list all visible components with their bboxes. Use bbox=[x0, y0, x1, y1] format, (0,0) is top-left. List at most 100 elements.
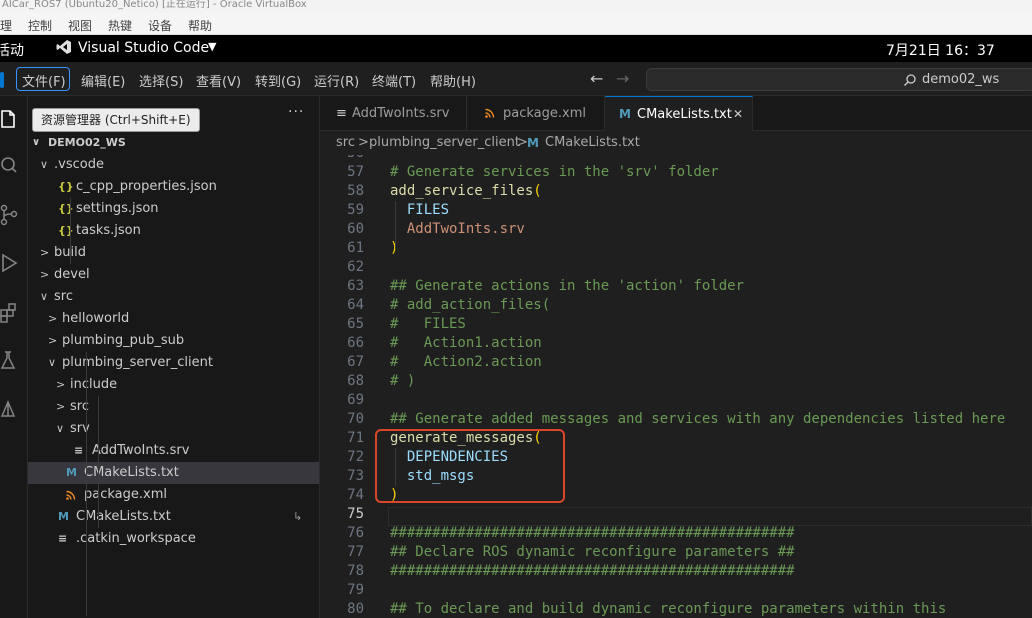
tab-package-xml[interactable]: package.xml bbox=[467, 96, 605, 131]
tree-item[interactable]: {} tasks.json bbox=[28, 220, 319, 242]
tree-item[interactable]: ∨ src bbox=[28, 286, 319, 308]
tree-item[interactable]: > src bbox=[28, 396, 319, 418]
line-content: FILES bbox=[390, 201, 449, 220]
tree-item[interactable]: > plumbing_pub_sub bbox=[28, 330, 319, 352]
virtualbox-title-bar: AICar_ROS7 (Ubuntu20_Netico) [正在运行] - Or… bbox=[0, 0, 1032, 13]
tree-item[interactable]: ≡ AddTwoInts.srv bbox=[28, 440, 319, 462]
code-line[interactable]: 57 # Generate services in the 'srv' folde… bbox=[320, 163, 1032, 182]
code-line[interactable]: 75 bbox=[320, 505, 1032, 524]
code-line[interactable]: 58 add_service_files( bbox=[320, 182, 1032, 201]
breadcrumb-src[interactable]: src bbox=[336, 131, 355, 155]
breadcrumb-file[interactable]: CMakeLists.txt bbox=[545, 131, 640, 155]
menu-run[interactable]: 运行(R) bbox=[314, 71, 359, 90]
tree-item[interactable]: package.xml bbox=[28, 484, 319, 506]
line-content: ########################################… bbox=[390, 562, 795, 581]
tree-item[interactable]: {} settings.json bbox=[28, 198, 319, 220]
tree-item[interactable]: M CMakeLists.txt ↳ bbox=[28, 506, 319, 528]
vbox-menu-devices[interactable]: 设备 bbox=[148, 17, 172, 34]
tree-item[interactable]: M CMakeLists.txt bbox=[28, 462, 319, 484]
explorer-sidebar: ··· ∨ DEMO02_WS ∨ .vscode{} c_cpp_properti… bbox=[28, 96, 320, 618]
code-line[interactable]: 76 ######################################… bbox=[320, 524, 1032, 543]
code-line[interactable]: 62 bbox=[320, 258, 1032, 277]
tree-item[interactable]: > include bbox=[28, 374, 319, 396]
run-debug-icon[interactable] bbox=[0, 252, 20, 274]
code-editor[interactable]: 5657 # Generate services in the 'srv' fol… bbox=[320, 155, 1032, 618]
vbox-menu-control[interactable]: 控制 bbox=[28, 17, 52, 34]
back-arrow-icon[interactable]: ← bbox=[590, 69, 603, 88]
breadcrumb-package[interactable]: plumbing_server_client bbox=[369, 131, 520, 155]
cmake-icon: M bbox=[619, 107, 631, 121]
tab-cmakelists[interactable]: M CMakeLists.txt ✕ bbox=[605, 96, 753, 131]
line-content: add_service_files( bbox=[390, 182, 542, 201]
code-line[interactable]: 63 ## Generate actions in the 'action' fo… bbox=[320, 277, 1032, 296]
code-token: ( bbox=[533, 183, 542, 199]
code-line[interactable]: 60 AddTwoInts.srv bbox=[320, 220, 1032, 239]
menu-view[interactable]: 查看(V) bbox=[196, 71, 241, 90]
tree-item[interactable]: > helloworld bbox=[28, 308, 319, 330]
workspace-title: DEMO02_WS bbox=[48, 136, 126, 149]
tree-item[interactable]: ∨ plumbing_server_client bbox=[28, 352, 319, 374]
menu-terminal[interactable]: 终端(T) bbox=[372, 71, 416, 90]
tree-item[interactable]: ∨ srv bbox=[28, 418, 319, 440]
code-line[interactable]: 78 ######################################… bbox=[320, 562, 1032, 581]
line-content: # ) bbox=[390, 372, 415, 391]
code-line[interactable]: 59 FILES bbox=[320, 201, 1032, 220]
tree-item[interactable]: ∨ .vscode bbox=[28, 154, 319, 176]
code-line[interactable]: 56 bbox=[320, 155, 1032, 163]
chevron-down-icon: ∨ bbox=[48, 356, 57, 369]
menu-help[interactable]: 帮助(H) bbox=[430, 71, 476, 90]
tab-addtwoints[interactable]: ≡ AddTwoInts.srv bbox=[320, 96, 467, 131]
code-line[interactable]: 66 # Action1.action bbox=[320, 334, 1032, 353]
code-line[interactable]: 67 # Action2.action bbox=[320, 353, 1032, 372]
code-line[interactable]: 77 ## Declare ROS dynamic reconfigure par… bbox=[320, 543, 1032, 562]
chevron-right-icon: > bbox=[358, 135, 369, 150]
line-content: # FILES bbox=[390, 315, 466, 334]
code-line[interactable]: 61) bbox=[320, 239, 1032, 258]
menu-go[interactable]: 转到(G) bbox=[255, 71, 301, 90]
line-content: # add_action_files( bbox=[390, 296, 550, 315]
cmake-icon: M bbox=[66, 466, 77, 479]
code-line[interactable]: 65 # FILES bbox=[320, 315, 1032, 334]
close-icon[interactable]: ✕ bbox=[733, 97, 743, 132]
line-number: 60 bbox=[347, 221, 364, 237]
forward-arrow-icon[interactable]: → bbox=[616, 69, 629, 88]
tree-item[interactable]: > devel bbox=[28, 264, 319, 286]
line-number: 59 bbox=[347, 202, 364, 218]
search-view-icon[interactable] bbox=[0, 154, 20, 176]
extensions-icon[interactable] bbox=[0, 302, 20, 324]
code-token: ########################################… bbox=[390, 563, 795, 579]
vbox-menu-hotkeys[interactable]: 热键 bbox=[108, 17, 132, 34]
line-number: 74 bbox=[347, 487, 364, 503]
app-menu-caret-icon[interactable]: ▼ bbox=[208, 40, 216, 53]
vbox-menu-machine[interactable]: 理 bbox=[0, 17, 12, 34]
command-center[interactable]: demo02_ws bbox=[646, 68, 1032, 91]
code-line[interactable]: 68 # ) bbox=[320, 372, 1032, 391]
code-line[interactable]: 79 bbox=[320, 581, 1032, 600]
vbox-menu-help[interactable]: 帮助 bbox=[188, 17, 212, 34]
tree-item[interactable]: >build bbox=[28, 242, 319, 264]
line-number: 62 bbox=[347, 259, 364, 275]
menu-file[interactable]: 文件(F) bbox=[22, 71, 66, 90]
highlight-annotation-box bbox=[375, 429, 565, 503]
more-actions-icon[interactable]: ··· bbox=[288, 104, 304, 120]
activities-button[interactable]: 活动 bbox=[0, 40, 24, 60]
tree-item[interactable]: ≡ .catkin_workspace bbox=[28, 528, 319, 550]
ros-extension-icon[interactable] bbox=[0, 398, 20, 420]
code-line[interactable]: 64 # add_action_files( bbox=[320, 296, 1032, 315]
code-line[interactable]: 70 ## Generate added messages and service… bbox=[320, 410, 1032, 429]
app-menu-label[interactable]: Visual Studio Code bbox=[78, 40, 209, 56]
code-line[interactable]: 80 ## To declare and build dynamic reconf… bbox=[320, 600, 1032, 618]
menu-selection[interactable]: 选择(S) bbox=[139, 71, 183, 90]
file-lines-icon: ≡ bbox=[74, 444, 84, 457]
testing-flask-icon[interactable] bbox=[0, 350, 20, 372]
clock[interactable]: 7月21日 16：37 bbox=[886, 40, 995, 60]
code-token: ## Generate added messages and services … bbox=[390, 411, 1006, 427]
code-line[interactable]: 69 bbox=[320, 391, 1032, 410]
tree-item-label: helloworld bbox=[62, 311, 130, 326]
menu-edit[interactable]: 编辑(E) bbox=[81, 71, 125, 90]
source-control-icon[interactable] bbox=[0, 204, 20, 226]
tree-item[interactable]: {} c_cpp_properties.json bbox=[28, 176, 319, 198]
workspace-header[interactable]: ∨ DEMO02_WS bbox=[28, 132, 319, 154]
explorer-icon[interactable] bbox=[0, 108, 20, 130]
vbox-menu-view[interactable]: 视图 bbox=[68, 17, 92, 34]
